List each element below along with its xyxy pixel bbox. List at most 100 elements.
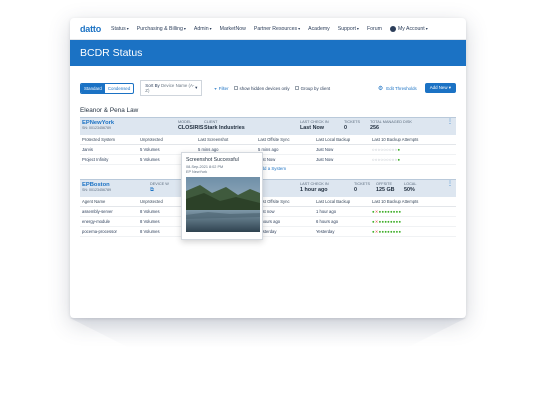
nav-admin[interactable]: Admin ▾ bbox=[194, 26, 212, 32]
chevron-down-icon: ▾ bbox=[298, 26, 301, 31]
add-new-button[interactable]: Add New ▾ bbox=[424, 83, 456, 93]
backup-empty-dots: ○○○○○○○○○ bbox=[372, 147, 398, 152]
col-header: Last Screenshot bbox=[196, 135, 256, 145]
offsite-value: 6 hours ago bbox=[256, 216, 314, 227]
col-header: Last Local Backup bbox=[314, 135, 370, 145]
more-options-icon[interactable]: ⋮ bbox=[447, 119, 453, 125]
local-value: Yesterday bbox=[314, 226, 370, 237]
nav-label: Partner Resources bbox=[253, 25, 298, 32]
filter-button[interactable]: ⫧ Filter bbox=[214, 86, 228, 91]
offsite-value: Yesterday bbox=[256, 226, 314, 237]
filter-icon: ⫧ bbox=[214, 85, 217, 91]
client-col: CLIENT Stark Industries bbox=[202, 118, 298, 135]
offsite-value: 125 GB bbox=[376, 187, 395, 193]
sort-select[interactable]: Sort By Device Name (A-Z) ▾ bbox=[140, 80, 203, 96]
agent-name: assembly-server bbox=[80, 206, 138, 217]
show-hidden-checkbox[interactable] bbox=[233, 86, 238, 90]
nav-status[interactable]: Status ▾ bbox=[111, 26, 129, 32]
nav-label: Academy bbox=[308, 25, 330, 32]
client-value: Stark Industries bbox=[204, 125, 245, 131]
nav-label: Admin bbox=[193, 25, 209, 32]
backup-attempts: ○○○○○○○○○● bbox=[370, 154, 456, 165]
agent-name: pocerna-processor bbox=[80, 226, 138, 237]
backup-success-dot: ● bbox=[397, 157, 401, 162]
nav-label: Purchasing & Billing bbox=[136, 25, 183, 32]
toolbar: Standard Condensed Sort By Device Name (… bbox=[70, 80, 466, 96]
offsite-value: 5 mins ago bbox=[256, 144, 314, 155]
device-identity: EPNewYork SN: 00123456789 bbox=[80, 118, 176, 135]
col-header: Agent Name bbox=[80, 197, 138, 207]
filter-label: Filter bbox=[218, 85, 229, 91]
table-row[interactable]: Project Infinity 5 Volumes Just Now Just… bbox=[80, 154, 456, 165]
col-header: Last Local Backup bbox=[314, 197, 370, 207]
local-value: 50% bbox=[404, 187, 415, 193]
view-standard-button[interactable]: Standard bbox=[81, 83, 105, 93]
nav-purchasing[interactable]: Purchasing & Billing ▾ bbox=[137, 26, 186, 32]
nav-support[interactable]: Support ▾ bbox=[338, 26, 359, 32]
tickets-col: TICKETS 0 bbox=[352, 180, 374, 197]
backup-attempts: ●✕●●●●●●●● bbox=[370, 216, 456, 227]
backup-success-dots: ●●●●●●●● bbox=[378, 229, 402, 234]
group-by-label: Group by client bbox=[300, 85, 331, 91]
card-reflection bbox=[70, 318, 466, 348]
systems-table: Protected System Unprotected Last Screen… bbox=[80, 135, 456, 165]
chevron-down-icon: ▾ bbox=[425, 26, 428, 31]
checkin-value: 1 hour ago bbox=[300, 187, 328, 193]
checkin-value: Last Now bbox=[300, 125, 324, 131]
table-header-row: Protected System Unprotected Last Screen… bbox=[80, 135, 456, 145]
local-value: Just Now bbox=[314, 154, 370, 165]
tooltip-date: 08-Sep-2021 8:02 PM bbox=[186, 164, 224, 169]
checkin-label: LAST CHECK IN bbox=[300, 182, 329, 186]
nav-marketnow[interactable]: MarketNow bbox=[220, 26, 246, 32]
device-card: EPBoston SN: 00123456789 DEVICE W ⧉ LAST… bbox=[80, 179, 456, 237]
chevron-down-icon: ▾ bbox=[356, 26, 359, 31]
nav-label: MarketNow bbox=[219, 25, 246, 32]
nav-my-account[interactable]: My Account ▾ bbox=[389, 25, 428, 32]
checkin-col: LAST CHECK IN Last Now bbox=[298, 118, 342, 135]
group-by-client-checkbox[interactable] bbox=[294, 86, 299, 90]
table-row[interactable]: pocerna-processor 8 Volumes Yesterday Ye… bbox=[80, 226, 456, 237]
page-banner: BCDR Status bbox=[70, 40, 466, 66]
col-header: Last 10 Backup Attempts bbox=[370, 197, 456, 207]
screenshot-thumbnail[interactable] bbox=[186, 177, 260, 232]
backup-success-dot: ● bbox=[397, 147, 401, 152]
datto-logo[interactable]: datto bbox=[80, 24, 101, 34]
local-value: Just Now bbox=[314, 144, 370, 155]
show-hidden-label: show hidden devices only bbox=[239, 85, 290, 91]
tooltip-device: EP NewYork bbox=[186, 170, 208, 174]
table-row[interactable]: Jarvis 5 Volumes 5 mins ago 5 mins ago J… bbox=[80, 144, 456, 155]
client-label: CLIENT bbox=[204, 120, 218, 124]
top-navigation: datto Status ▾ Purchasing & Billing ▾ Admi… bbox=[70, 18, 466, 40]
view-toggle: Standard Condensed bbox=[80, 82, 135, 94]
model-value: CLOSIRIS bbox=[178, 125, 204, 131]
col-header: Last Offsite Sync bbox=[256, 197, 314, 207]
offsite-col: OFFSITE 125 GB bbox=[374, 180, 402, 197]
col-header: Last Offsite Sync bbox=[256, 135, 314, 145]
table-row[interactable]: assembly-server 8 Volumes Just now 1 hou… bbox=[80, 206, 456, 217]
table-row[interactable]: energy-module 8 Volumes 6 hours ago 6 ho… bbox=[80, 216, 456, 227]
table-header-row: Agent Name Unprotected Last Offsite Sync… bbox=[80, 197, 456, 207]
screenshot-tooltip: Screenshot Successful 08-Sep-2021 8:02 P… bbox=[181, 152, 263, 240]
nav-label: My Account bbox=[397, 25, 425, 32]
more-options-icon[interactable]: ⋮ bbox=[447, 181, 453, 187]
tickets-label: TICKETS bbox=[344, 120, 361, 124]
chevron-down-icon: ▾ bbox=[448, 85, 451, 90]
tickets-value: 0 bbox=[354, 187, 357, 193]
chevron-down-icon: ▾ bbox=[126, 26, 129, 31]
nav-academy[interactable]: Academy bbox=[308, 26, 330, 32]
nav-partner-resources[interactable]: Partner Resources ▾ bbox=[254, 26, 300, 32]
backup-success-dots: ●●●●●●●● bbox=[378, 209, 402, 214]
col-header: Last 10 Backup Attempts bbox=[370, 135, 456, 145]
checkin-col: LAST CHECK IN 1 hour ago bbox=[298, 180, 352, 197]
edit-thresholds-button[interactable]: ⚙ Edit Thresholds bbox=[378, 85, 417, 92]
backup-attempts: ○○○○○○○○○● bbox=[370, 144, 456, 155]
chevron-down-icon: ▾ bbox=[209, 26, 212, 31]
view-condensed-button[interactable]: Condensed bbox=[105, 84, 133, 93]
model-label: MODEL bbox=[178, 120, 192, 124]
tickets-label: TICKETS bbox=[354, 182, 371, 186]
device-card: EPNewYork SN: 00123456789 MODEL CLOSIRIS… bbox=[80, 117, 456, 173]
nav-forum[interactable]: Forum bbox=[367, 26, 382, 32]
local-col: LOCAL 50% bbox=[402, 180, 428, 197]
serial-number: SN: 00123456789 bbox=[82, 126, 111, 130]
add-system-link[interactable]: + Add a System bbox=[80, 165, 456, 173]
